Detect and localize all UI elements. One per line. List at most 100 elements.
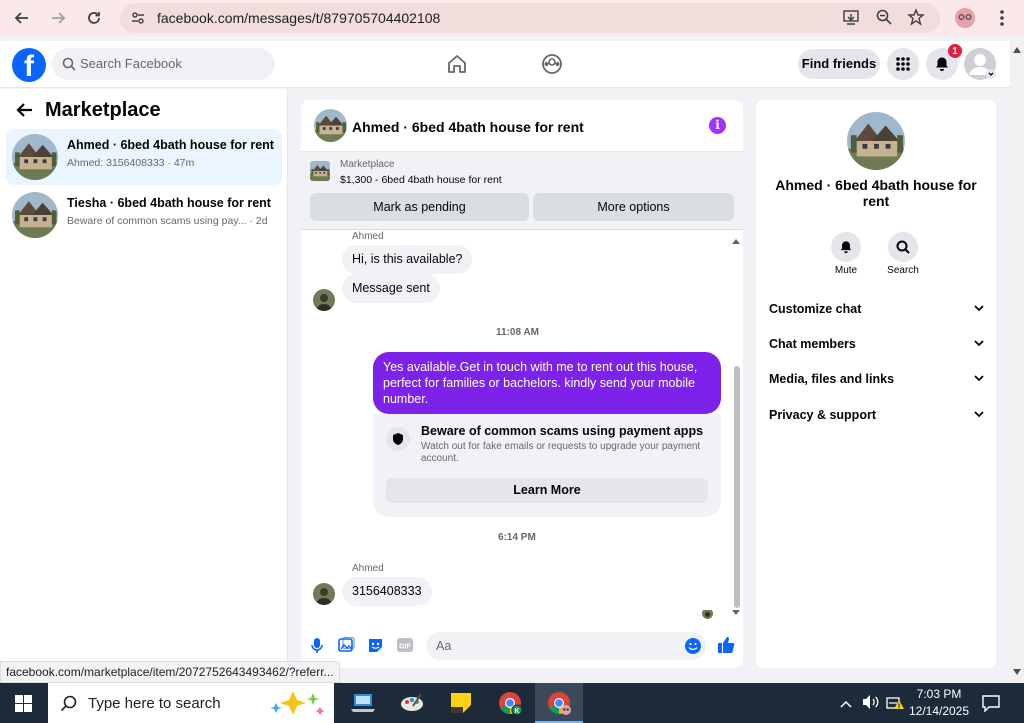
groups-icon[interactable]: [541, 53, 563, 80]
incoming-message[interactable]: 3156408333: [342, 577, 432, 606]
more-options-button[interactable]: More options: [533, 193, 734, 221]
timestamp: 11:08 AM: [496, 327, 539, 338]
outgoing-message[interactable]: Yes available.Get in touch with me to re…: [373, 352, 721, 414]
back-arrow-icon[interactable]: [16, 101, 34, 124]
conversation-preview: Beware of common scams using pay... · 2d: [67, 215, 268, 227]
message-list: Ahmed Hi, is this available? Message sen…: [301, 230, 743, 622]
search-in-chat-button[interactable]: [888, 232, 918, 262]
install-app-icon[interactable]: [842, 8, 860, 31]
address-bar[interactable]: facebook.com/messages/t/879705704402108: [120, 3, 940, 33]
listing-detail[interactable]: $1,300 - 6bed 4bath house for rent: [340, 174, 502, 186]
search-label: Search: [887, 265, 919, 276]
scroll-down-icon[interactable]: [1013, 669, 1021, 675]
message-scrollbar[interactable]: [731, 238, 741, 618]
taskbar-app-chrome-icon[interactable]: K: [494, 687, 526, 719]
browser-toolbar: facebook.com/messages/t/879705704402108: [0, 0, 1024, 36]
row-label: Chat members: [769, 337, 856, 351]
message-composer: GIF Aa: [301, 622, 743, 668]
chat-window: Ahmed · 6bed 4bath house for rent i Mark…: [301, 100, 743, 668]
chat-title[interactable]: Ahmed · 6bed 4bath house for rent: [352, 119, 584, 135]
scroll-down-icon[interactable]: [731, 608, 741, 616]
status-bar-url: facebook.com/marketplace/item/2072752643…: [0, 661, 340, 683]
search-icon: [62, 57, 76, 71]
listing-thumbnail[interactable]: [310, 161, 330, 181]
taskbar-app-paint-icon[interactable]: [396, 687, 428, 719]
windows-taskbar: Type here to search K ! 7:03 PM 12/14/20…: [0, 683, 1024, 723]
page-scrollbar[interactable]: [1010, 41, 1024, 683]
svg-text:K: K: [514, 708, 519, 715]
chat-header: Ahmed · 6bed 4bath house for rent i: [301, 100, 743, 152]
clock-date: 12/14/2025: [908, 704, 970, 718]
info-icon[interactable]: i: [709, 117, 726, 134]
sidebar-title: Marketplace: [45, 99, 161, 121]
scam-warning-card: Beware of common scams using payment app…: [373, 414, 721, 517]
taskbar-active-app[interactable]: [535, 683, 583, 723]
profile-avatar-icon[interactable]: [952, 5, 978, 31]
row-label: Privacy & support: [769, 408, 876, 422]
row-label: Customize chat: [769, 302, 862, 316]
facebook-logo-icon[interactable]: f: [12, 48, 46, 82]
account-avatar[interactable]: [964, 48, 996, 80]
search-icon: [896, 240, 910, 254]
sender-avatar: [313, 583, 335, 605]
find-friends-button[interactable]: Find friends: [798, 49, 880, 79]
browser-menu-icon[interactable]: [989, 5, 1015, 31]
show-hidden-icons-icon[interactable]: [840, 696, 852, 714]
conversation-item-tiesha[interactable]: Tiesha · 6bed 4bath house for rent Bewar…: [6, 187, 282, 243]
facebook-search-input[interactable]: Search Facebook: [52, 48, 275, 80]
scroll-up-icon[interactable]: [731, 238, 741, 246]
mute-button[interactable]: [831, 232, 861, 262]
details-avatar[interactable]: [847, 112, 905, 170]
mark-as-pending-button[interactable]: Mark as pending: [310, 193, 529, 221]
back-icon[interactable]: [9, 5, 35, 31]
menu-grid-icon[interactable]: [887, 48, 919, 80]
sender-avatar: [313, 289, 335, 311]
chat-avatar[interactable]: [314, 109, 347, 142]
incoming-message[interactable]: Hi, is this available?: [342, 245, 473, 274]
learn-more-button[interactable]: Learn More: [386, 478, 708, 503]
emoji-icon[interactable]: [684, 637, 702, 660]
thumbs-up-icon[interactable]: [717, 636, 735, 659]
zoom-icon[interactable]: [875, 8, 893, 31]
media-files-links-row[interactable]: Media, files and links: [769, 370, 984, 390]
scroll-up-icon[interactable]: [1013, 47, 1021, 53]
forward-icon[interactable]: [45, 5, 71, 31]
scam-warning-title: Beware of common scams using payment app…: [421, 424, 704, 438]
facebook-header: f Search Facebook Find friends 1: [0, 41, 1010, 88]
bookmark-star-icon[interactable]: [907, 8, 925, 31]
conversation-name: Tiesha · 6bed 4bath house for rent: [67, 196, 271, 210]
chat-members-row[interactable]: Chat members: [769, 335, 984, 355]
reload-icon[interactable]: [81, 5, 107, 31]
site-info-icon[interactable]: [130, 10, 146, 31]
gif-icon[interactable]: GIF: [396, 637, 414, 658]
url-text[interactable]: facebook.com/messages/t/879705704402108: [157, 10, 440, 26]
volume-icon[interactable]: [862, 694, 880, 715]
conversation-item-ahmed[interactable]: Ahmed · 6bed 4bath house for rent Ahmed:…: [6, 129, 282, 185]
taskbar-search-input[interactable]: Type here to search: [48, 683, 334, 723]
home-icon[interactable]: [446, 53, 468, 80]
svg-text:!: !: [898, 704, 900, 711]
taskbar-app-sticky-notes-icon[interactable]: [445, 687, 477, 719]
chevron-down-icon: [974, 411, 984, 418]
chevron-down-icon: [974, 340, 984, 347]
chat-details-panel: Ahmed · 6bed 4bath house for rent Mute S…: [756, 100, 996, 668]
scroll-thumb[interactable]: [734, 366, 740, 608]
message-input[interactable]: Aa: [426, 632, 706, 660]
windows-start-icon[interactable]: [15, 695, 32, 717]
taskbar-app-chrome-profile-icon[interactable]: [543, 687, 575, 719]
taskbar-app-laptop-icon[interactable]: [347, 687, 379, 719]
network-warning-icon[interactable]: !: [886, 694, 904, 715]
customize-chat-row[interactable]: Customize chat: [769, 300, 984, 320]
incoming-message[interactable]: Message sent: [342, 274, 440, 303]
microphone-icon[interactable]: [311, 637, 323, 659]
listing-banner: Marketplace $1,300 - 6bed 4bath house fo…: [301, 152, 743, 230]
clock-time: 7:03 PM: [916, 687, 962, 701]
sticker-icon[interactable]: [367, 637, 384, 659]
chevron-down-icon: [974, 305, 984, 312]
photo-icon[interactable]: [338, 636, 355, 659]
taskbar-clock[interactable]: 7:03 PM 12/14/2025: [905, 686, 973, 720]
privacy-support-row[interactable]: Privacy & support: [769, 406, 984, 426]
notification-center-icon[interactable]: [982, 694, 1000, 717]
scam-warning-description: Watch out for fake emails or requests to…: [421, 441, 701, 464]
conversation-preview: Ahmed: 3156408333 · 47m: [67, 157, 195, 169]
